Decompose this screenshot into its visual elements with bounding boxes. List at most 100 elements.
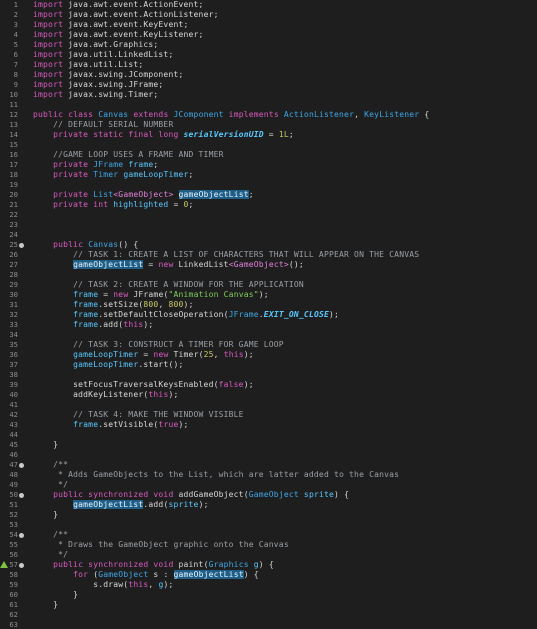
code-token: //GAME LOOP USES A FRAME AND TIMER <box>33 150 224 159</box>
code-line[interactable]: s.draw(this, g); <box>33 580 174 590</box>
code-token: ; <box>248 190 254 199</box>
line-number: 24 <box>9 230 18 239</box>
code-line[interactable]: for (GameObject s : gameObjectList) { <box>33 570 259 580</box>
line-number: 41 <box>9 400 18 409</box>
code-line[interactable]: private Timer gameLoopTimer; <box>33 170 194 180</box>
code-line[interactable]: import java.util.LinkedList; <box>33 50 173 60</box>
code-token: Canvas <box>98 110 129 119</box>
code-token: highlighted <box>113 200 169 209</box>
code-line[interactable]: */ <box>33 480 68 490</box>
line-number: 47 <box>9 460 18 469</box>
code-line[interactable]: private List<GameObject> gameObjectList; <box>33 190 254 200</box>
code-token: javax.swing.Timer; <box>63 90 159 99</box>
fold-toggle-icon[interactable] <box>19 532 24 538</box>
code-line[interactable]: private static final long serialVersionU… <box>33 130 294 140</box>
fold-toggle-icon[interactable] <box>19 242 24 248</box>
code-token: .start(); <box>138 360 184 369</box>
code-line[interactable]: frame = new JFrame("Animation Canvas"); <box>33 290 269 300</box>
code-token: false <box>218 380 244 389</box>
code-token: s.draw( <box>33 580 129 589</box>
code-line[interactable]: import java.util.List; <box>33 60 143 70</box>
code-line[interactable]: private int highlighted = 0; <box>33 200 194 210</box>
code-line[interactable]: public synchronized void paint(Graphics … <box>33 560 274 570</box>
line-number: 11 <box>9 100 18 109</box>
code-token: gameObjectList <box>173 570 244 579</box>
code-line[interactable]: import java.awt.event.KeyEvent; <box>33 20 189 30</box>
code-line[interactable]: import java.awt.event.ActionEvent; <box>33 0 204 10</box>
code-line[interactable]: //GAME LOOP USES A FRAME AND TIMER <box>33 150 224 160</box>
code-line[interactable]: public Canvas() { <box>33 240 138 250</box>
code-line[interactable]: import java.awt.event.KeyListener; <box>33 30 204 40</box>
code-line[interactable]: public synchronized void addGameObject(G… <box>33 490 349 500</box>
code-token: public synchronized void <box>33 560 179 569</box>
code-token: // TASK 4: MAKE THE WINDOW VISIBLE <box>33 410 244 419</box>
code-token: , <box>148 580 159 589</box>
code-line[interactable]: setFocusTraversalKeysEnabled(false); <box>33 380 254 390</box>
code-token: java.awt.event.KeyListener; <box>63 30 204 39</box>
code-token: javax.swing.JComponent; <box>63 70 184 79</box>
code-line[interactable]: gameLoopTimer = new Timer(25, this); <box>33 350 254 360</box>
code-line[interactable]: } <box>33 510 58 520</box>
code-line[interactable]: // TASK 2: CREATE A WINDOW FOR THE APPLI… <box>33 280 304 290</box>
code-line[interactable]: /** <box>33 530 68 540</box>
code-token: } <box>33 440 59 449</box>
code-line[interactable]: * Adds GameObjects to the List, which ar… <box>33 470 399 480</box>
code-line[interactable]: } <box>33 440 58 450</box>
code-token: ; <box>153 160 159 169</box>
line-number: 59 <box>9 580 18 589</box>
code-line[interactable]: frame.setDefaultCloseOperation(JFrame.EX… <box>33 310 339 320</box>
code-token: java.util.LinkedList; <box>63 50 174 59</box>
code-line[interactable]: } <box>33 600 58 610</box>
code-line[interactable]: import java.awt.Graphics; <box>33 40 158 50</box>
line-number: 49 <box>9 480 18 489</box>
fold-toggle-icon[interactable] <box>19 562 24 568</box>
code-token: ); <box>183 300 194 309</box>
line-number: 15 <box>9 140 18 149</box>
line-number: 52 <box>9 510 18 519</box>
code-line[interactable]: frame.setSize(800, 800); <box>33 300 194 310</box>
code-editor[interactable]: 1 2 3 4 5 6 7 8 9 10 11 12 13 14 15 16 17 18 19 20 21 22 23 24 2… <box>0 0 537 629</box>
code-token: gameLoopTimer <box>118 170 189 179</box>
code-line[interactable]: public class Canvas extends JComponent i… <box>33 110 429 120</box>
code-line[interactable]: import java.awt.event.ActionListener; <box>33 10 219 20</box>
code-token: GameObject <box>248 490 299 499</box>
code-line[interactable]: * Draws the GameObject graphic onto the … <box>33 540 289 550</box>
line-number: 31 <box>9 300 18 309</box>
line-number: 54 <box>9 530 18 539</box>
code-token: ); <box>168 390 179 399</box>
code-line[interactable]: // TASK 1: CREATE A LIST OF CHARACTERS T… <box>33 250 419 260</box>
line-number: 16 <box>9 150 18 159</box>
code-line[interactable]: frame.setVisible(true); <box>33 420 189 430</box>
code-token: extends <box>128 110 174 119</box>
code-line[interactable]: addKeyListener(this); <box>33 390 179 400</box>
code-line[interactable]: gameObjectList.add(sprite); <box>33 500 209 510</box>
code-line[interactable]: frame.add(this); <box>33 320 153 330</box>
code-line[interactable]: } <box>33 590 78 600</box>
code-token: import <box>33 60 64 69</box>
code-line[interactable]: gameObjectList = new LinkedList<GameObje… <box>33 260 304 270</box>
line-number: 43 <box>9 420 18 429</box>
code-line[interactable]: // TASK 3: CONSTRUCT A TIMER FOR GAME LO… <box>33 340 284 350</box>
code-token: sprite <box>303 490 335 499</box>
code-token: frame <box>33 420 99 429</box>
code-line[interactable]: import javax.swing.JFrame; <box>33 80 163 90</box>
code-token: Graphics <box>208 560 249 569</box>
code-area[interactable]: import java.awt.event.ActionEvent; import… <box>33 0 537 629</box>
fold-toggle-icon[interactable] <box>19 462 24 468</box>
code-line[interactable]: import javax.swing.Timer; <box>33 90 158 100</box>
override-marker-icon[interactable] <box>0 561 8 568</box>
line-number: 26 <box>9 250 18 259</box>
code-token: ); <box>163 580 174 589</box>
code-token: // DEFAULT SERIAL NUMBER <box>33 120 174 129</box>
code-line[interactable]: import javax.swing.JComponent; <box>33 70 184 80</box>
code-line[interactable]: */ <box>33 550 68 560</box>
code-line[interactable]: private JFrame frame; <box>33 160 158 170</box>
code-token: .add( <box>143 500 169 509</box>
code-line[interactable]: // DEFAULT SERIAL NUMBER <box>33 120 173 130</box>
code-line[interactable]: gameLoopTimer.start(); <box>33 360 184 370</box>
line-number: 50 <box>9 490 18 499</box>
fold-toggle-icon[interactable] <box>19 492 24 498</box>
code-line[interactable]: /** <box>33 460 68 470</box>
code-line[interactable]: // TASK 4: MAKE THE WINDOW VISIBLE <box>33 410 244 420</box>
code-token: public class <box>33 110 99 119</box>
